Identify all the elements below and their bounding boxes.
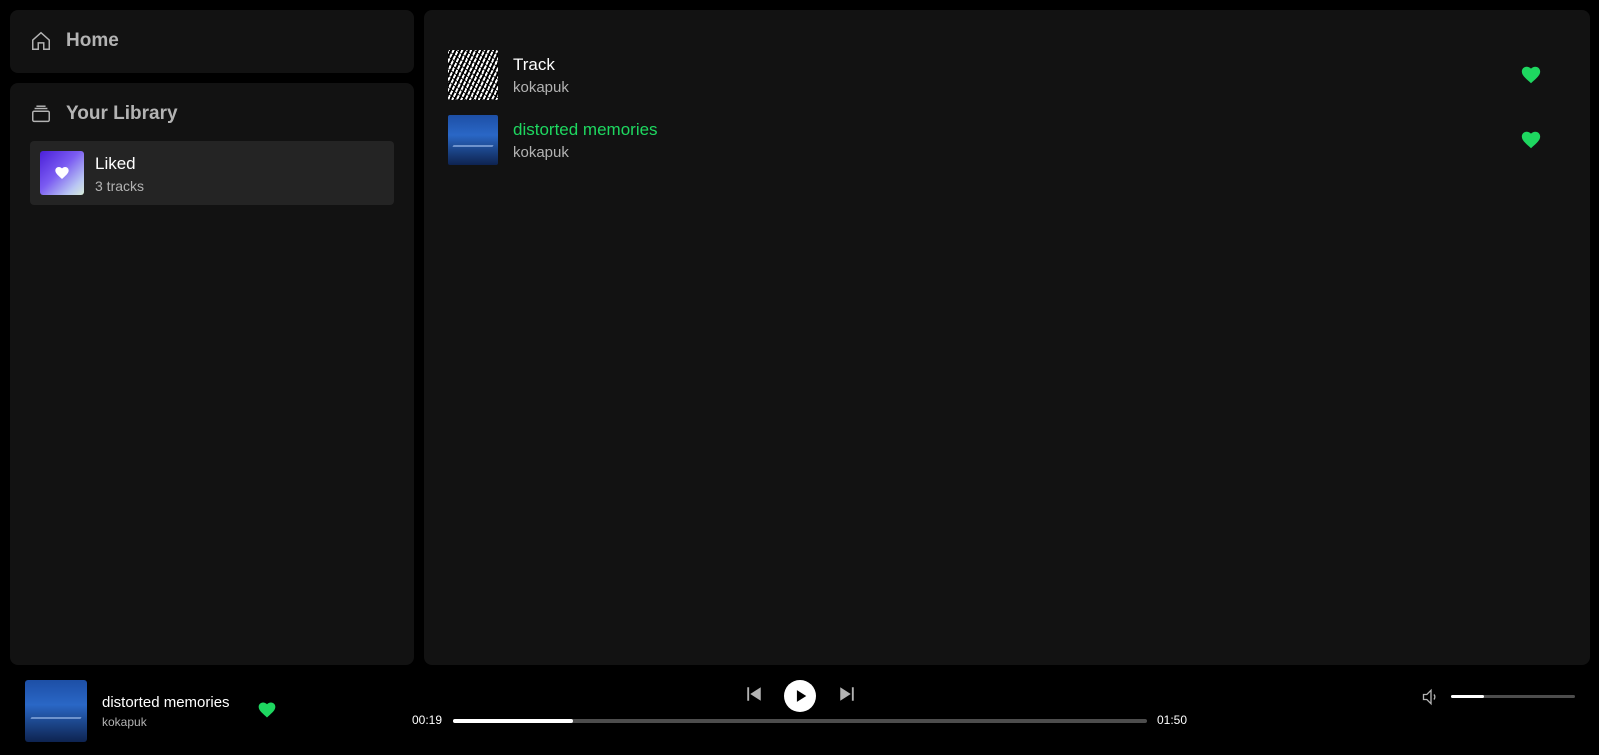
volume-icon xyxy=(1422,688,1436,706)
library-item-subtitle: 3 tracks xyxy=(95,177,145,194)
heart-icon xyxy=(55,167,69,179)
home-panel: Home xyxy=(10,10,414,73)
total-time: 01:50 xyxy=(1157,713,1188,727)
track-title: Track xyxy=(513,55,555,74)
heart-icon xyxy=(1521,131,1541,149)
now-playing-like-button[interactable] xyxy=(257,700,277,720)
skip-forward-icon xyxy=(840,687,854,701)
library-item-title: Liked xyxy=(95,153,136,173)
library-panel: Your Library Liked 3 tracks xyxy=(10,83,414,665)
track-artist: kokapuk xyxy=(513,144,569,161)
next-button[interactable] xyxy=(838,685,856,703)
library-icon xyxy=(32,105,50,123)
like-button[interactable] xyxy=(1520,64,1542,86)
home-nav-item[interactable]: Home xyxy=(30,30,119,52)
track-row[interactable]: Track kokapuk xyxy=(448,49,1566,101)
liked-cover xyxy=(40,151,84,195)
previous-button[interactable] xyxy=(745,685,763,703)
progress-bar[interactable] xyxy=(453,719,1147,723)
player-bar: distorted memories kokapuk 00:19 01:50 xyxy=(0,665,1599,755)
now-playing-cover xyxy=(25,680,87,742)
track-row[interactable]: distorted memories kokapuk xyxy=(448,114,1566,166)
track-title: distorted memories xyxy=(513,120,658,139)
skip-back-icon xyxy=(747,687,761,701)
main-panel: Track kokapuk distorted memories kokapuk xyxy=(424,10,1590,665)
like-button[interactable] xyxy=(1520,129,1542,151)
track-artist: kokapuk xyxy=(513,79,569,96)
home-label: Home xyxy=(66,30,119,51)
library-item-liked[interactable]: Liked 3 tracks xyxy=(30,141,394,205)
progress-fill xyxy=(453,719,573,723)
home-icon xyxy=(32,31,50,50)
volume-button[interactable] xyxy=(1421,687,1441,707)
heart-icon xyxy=(1521,66,1541,84)
heart-icon xyxy=(258,702,276,718)
track-cover xyxy=(448,50,498,100)
volume-fill xyxy=(1451,695,1485,698)
library-label: Your Library xyxy=(66,103,178,124)
current-time: 00:19 xyxy=(412,713,443,727)
volume-slider[interactable] xyxy=(1451,695,1575,698)
play-icon xyxy=(796,690,807,702)
now-playing-title: distorted memories xyxy=(102,694,230,711)
play-button[interactable] xyxy=(784,680,816,712)
library-nav-item[interactable]: Your Library xyxy=(30,103,178,125)
now-playing-artist: kokapuk xyxy=(102,715,147,729)
track-cover xyxy=(448,115,498,165)
